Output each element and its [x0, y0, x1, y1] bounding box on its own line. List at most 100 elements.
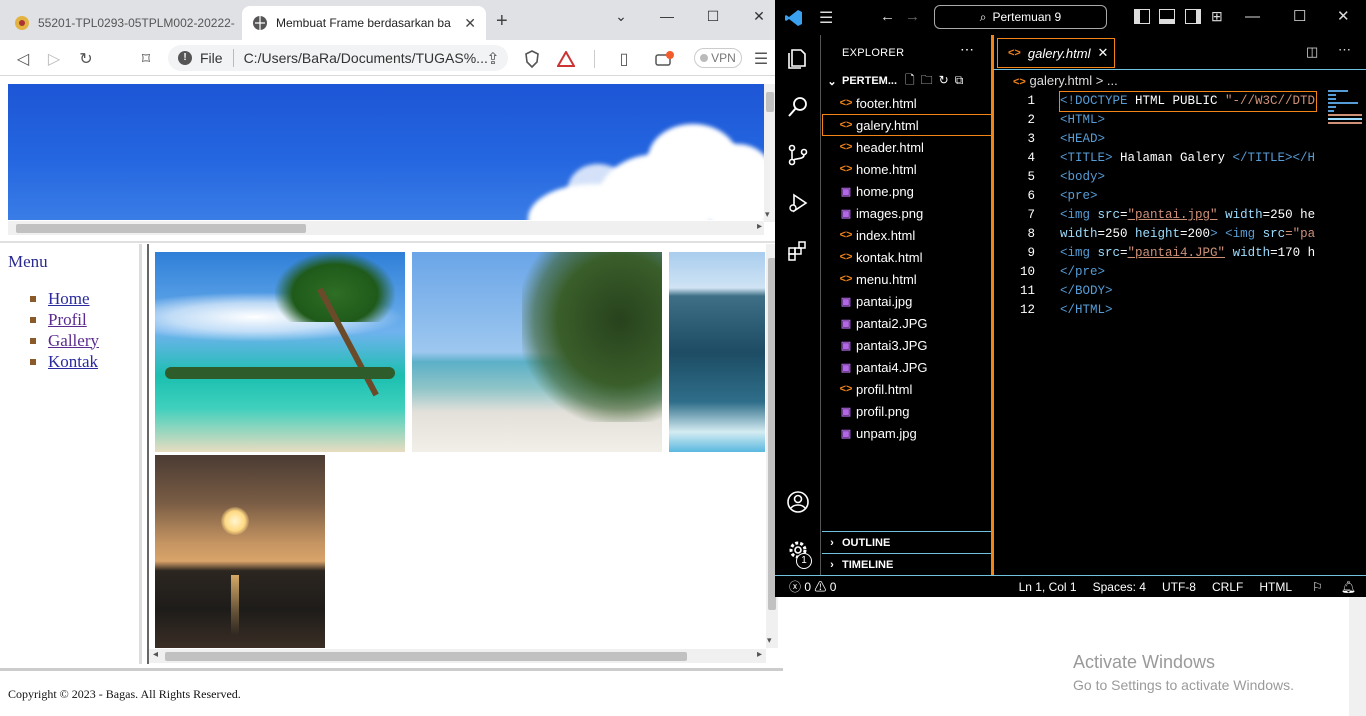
scroll-thumb[interactable]	[165, 652, 687, 661]
breadcrumb[interactable]: <> galery.html > ...	[1013, 73, 1118, 88]
html-file-icon: <>	[839, 163, 853, 175]
toggle-secondary-sidebar-icon[interactable]	[1185, 9, 1201, 24]
code-editor[interactable]: <!DOCTYPE HTML PUBLIC "-//W3C//DTD <HTML…	[993, 91, 1323, 322]
explorer-icon[interactable]	[786, 47, 810, 71]
reload-icon[interactable]: ↻	[75, 48, 97, 70]
nav-back-icon[interactable]: ←	[880, 8, 895, 25]
file-item[interactable]: <> profil.html	[822, 378, 992, 400]
settings-badge: 1	[796, 553, 812, 569]
new-tab-button[interactable]: +	[496, 10, 508, 33]
scroll-thumb[interactable]	[766, 92, 774, 112]
command-center[interactable]: ⌕ Pertemuan 9	[934, 5, 1107, 29]
outline-section[interactable]: › OUTLINE	[822, 531, 992, 553]
tab-search-icon[interactable]: ⌄	[606, 4, 636, 28]
extensions-icon[interactable]	[786, 239, 810, 263]
accounts-icon[interactable]	[786, 490, 810, 514]
timeline-section[interactable]: › TIMELINE	[822, 553, 992, 575]
maximize-icon[interactable]: ☐	[698, 4, 728, 28]
share-icon[interactable]: ⇪	[482, 48, 504, 70]
toggle-sidebar-icon[interactable]	[1134, 9, 1150, 24]
header-horizontal-scrollbar[interactable]: ▸	[8, 221, 764, 235]
file-item[interactable]: <> kontak.html	[822, 246, 992, 268]
toggle-panel-icon[interactable]	[1159, 9, 1175, 24]
menu-icon[interactable]: ☰	[750, 48, 772, 70]
scroll-thumb[interactable]	[16, 224, 306, 233]
code-line-2: <HTML>	[1060, 113, 1106, 127]
folder-header[interactable]: ⌄ PERTEM... 🗋🗀↻⧉	[822, 70, 992, 92]
cursor-position[interactable]: Ln 1, Col 1	[1019, 580, 1077, 594]
file-item[interactable]: ▣ profil.png	[822, 400, 992, 422]
search-icon[interactable]	[786, 95, 810, 119]
wallet-icon[interactable]	[654, 48, 676, 70]
file-item[interactable]: ▣ images.png	[822, 202, 992, 224]
split-editor-icon[interactable]: ◫	[1306, 44, 1318, 60]
more-actions-icon[interactable]: ⋯	[960, 41, 974, 58]
editor-tab-galery[interactable]: <> galery.html ✕	[997, 38, 1115, 68]
file-item[interactable]: <> home.html	[822, 158, 992, 180]
home-link[interactable]: Home	[48, 289, 90, 309]
sidebar-icon[interactable]: ▯	[613, 48, 635, 70]
gallery-link[interactable]: Gallery	[48, 331, 99, 351]
back-icon[interactable]: ◁	[12, 48, 34, 70]
scroll-down-icon[interactable]: ▾	[765, 209, 770, 220]
desktop-window-edge	[1349, 597, 1366, 716]
customize-layout-icon[interactable]: ⊞	[1211, 8, 1223, 25]
file-item[interactable]: ▣ unpam.jpg	[822, 422, 992, 444]
file-item[interactable]: ▣ pantai.jpg	[822, 290, 992, 312]
kontak-link[interactable]: Kontak	[48, 352, 98, 372]
scroll-left-icon[interactable]: ◂	[153, 649, 158, 660]
editor-more-icon[interactable]: ⋯	[1338, 42, 1351, 58]
maximize-icon[interactable]: ☐	[1293, 7, 1306, 25]
warning-icon: ⚠	[814, 580, 827, 594]
address-bar[interactable]: ! File C:/Users/BaRa/Documents/TUGAS%...	[168, 45, 508, 71]
file-item[interactable]: ▣ home.png	[822, 180, 992, 202]
file-name: index.html	[856, 227, 916, 243]
encoding[interactable]: UTF-8	[1162, 580, 1196, 594]
vpn-label: VPN	[711, 51, 736, 65]
feedback-icon[interactable]: ⚐	[1312, 580, 1323, 594]
file-item[interactable]: <> footer.html	[822, 92, 992, 114]
browser-toolbar: ◁ ▷ ↻ ⌑ ! File C:/Users/BaRa/Documents/T…	[0, 40, 783, 76]
activate-windows-subtitle: Go to Settings to activate Windows.	[1073, 677, 1294, 693]
close-tab-icon[interactable]: ✕	[458, 15, 476, 32]
file-item[interactable]: <> galery.html	[822, 114, 992, 136]
close-tab-icon[interactable]: ✕	[1097, 45, 1108, 61]
info-icon[interactable]: !	[178, 51, 192, 65]
source-control-icon[interactable]	[786, 143, 810, 167]
explorer-actions-icon[interactable]: 🗋🗀↻⧉	[905, 71, 969, 92]
file-item[interactable]: <> header.html	[822, 136, 992, 158]
menu-icon[interactable]: ☰	[819, 8, 833, 28]
end-of-line[interactable]: CRLF	[1212, 580, 1243, 594]
notifications-bell-icon[interactable]: 🔔︎	[1341, 580, 1356, 594]
indentation[interactable]: Spaces: 4	[1093, 580, 1146, 594]
file-item[interactable]: <> index.html	[822, 224, 992, 246]
bullet-icon	[30, 337, 36, 344]
minimize-icon[interactable]: —	[1245, 8, 1260, 25]
vpn-button[interactable]: VPN	[694, 48, 742, 68]
profil-link[interactable]: Profil	[48, 310, 87, 330]
tab-elearning[interactable]: 55201-TPL0293-05TPLM002-20222-	[4, 6, 238, 40]
brave-shield-icon[interactable]	[521, 48, 543, 70]
minimize-icon[interactable]: —	[652, 4, 682, 28]
scroll-right-icon[interactable]: ▸	[757, 221, 762, 232]
address-scheme: File	[200, 50, 223, 66]
file-item[interactable]: ▣ pantai3.JPG	[822, 334, 992, 356]
tab-frame-tutorial[interactable]: Membuat Frame berdasarkan ba ✕	[242, 6, 486, 40]
explorer-panel: EXPLORER ⋯ ⌄ PERTEM... 🗋🗀↻⧉ <> footer.htm…	[822, 35, 992, 575]
bookmark-icon[interactable]: ⌑	[135, 48, 157, 70]
close-window-icon[interactable]: ✕	[1337, 7, 1350, 25]
nav-forward-icon[interactable]: →	[905, 8, 920, 25]
file-item[interactable]: ▣ pantai2.JPG	[822, 312, 992, 334]
gallery-horizontal-scrollbar[interactable]: ◂ ▸	[149, 649, 766, 663]
close-window-icon[interactable]: ✕	[744, 4, 774, 28]
forward-icon[interactable]: ▷	[43, 48, 65, 70]
minimap[interactable]	[1328, 90, 1364, 130]
problems-indicator[interactable]: ⓧ 0 ⚠ 0	[789, 578, 836, 595]
brave-rewards-icon[interactable]	[555, 48, 577, 70]
file-item[interactable]: ▣ pantai4.JPG	[822, 356, 992, 378]
scroll-right-icon[interactable]: ▸	[757, 649, 762, 660]
scroll-down-icon[interactable]: ▾	[767, 635, 772, 646]
file-item[interactable]: <> menu.html	[822, 268, 992, 290]
language-mode[interactable]: HTML	[1259, 580, 1292, 594]
run-debug-icon[interactable]	[786, 191, 810, 215]
